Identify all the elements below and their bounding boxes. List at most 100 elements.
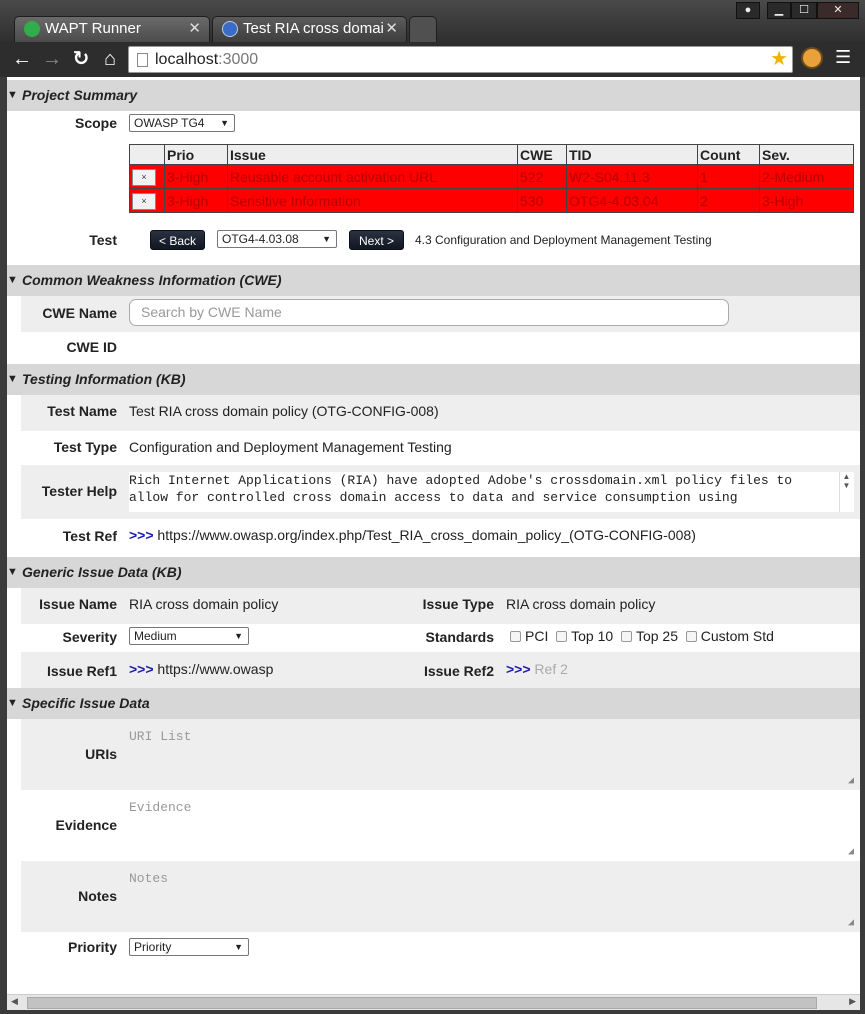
issue-cell[interactable]: Sensitive Information xyxy=(227,188,518,213)
notes-placeholder: Notes xyxy=(129,871,169,886)
collapse-triangle-icon[interactable]: ▼ xyxy=(7,557,18,588)
test-type-label: Test Type xyxy=(53,439,117,455)
address-bar[interactable]: localhost:3000 ★ xyxy=(128,46,793,73)
issue-cell[interactable]: Reusable account activation URL xyxy=(227,164,518,189)
test-select[interactable]: OTG4-4.03.08 ▼ xyxy=(217,230,337,248)
standard-pci[interactable]: PCI xyxy=(510,628,548,644)
remove-cell: × xyxy=(129,188,165,213)
section-title: Testing Information (KB) xyxy=(22,371,186,387)
scrollbar-thumb[interactable] xyxy=(27,997,817,1009)
issue-name-value: RIA cross domain policy xyxy=(129,596,279,612)
star-icon[interactable]: ★ xyxy=(770,47,788,72)
scope-select[interactable]: OWASP TG4 ▼ xyxy=(129,114,235,132)
tester-help-text[interactable]: Rich Internet Applications (RIA) have ad… xyxy=(129,472,854,512)
section-title: Common Weakness Information (CWE) xyxy=(22,272,282,288)
collapse-triangle-icon[interactable]: ▼ xyxy=(7,80,18,111)
table-row[interactable]: × 3-High Sensitive Information 530 OTG4-… xyxy=(129,188,854,213)
prio-cell: 3-High xyxy=(164,188,228,213)
link-arrows[interactable]: >>> xyxy=(129,661,154,677)
section-title: Specific Issue Data xyxy=(22,695,150,711)
issue-name-label: Issue Name xyxy=(39,596,117,612)
back-button[interactable]: < Back xyxy=(150,230,205,250)
uris-placeholder: URI List xyxy=(129,729,192,744)
resize-grip-icon[interactable]: ◢ xyxy=(848,846,854,858)
section-cwe[interactable]: ▼ Common Weakness Information (CWE) xyxy=(7,265,860,296)
resize-grip-icon[interactable]: ◢ xyxy=(848,917,854,929)
close-tab-icon[interactable]: ✕ xyxy=(188,17,201,41)
back-arrow-icon[interactable]: ← xyxy=(10,48,34,70)
menu-icon[interactable]: ☰ xyxy=(835,48,851,66)
scroll-left-icon[interactable]: ◀ xyxy=(11,996,18,1007)
severity-select[interactable]: Medium ▼ xyxy=(129,627,249,645)
next-button[interactable]: Next > xyxy=(349,230,404,250)
extension-icon[interactable] xyxy=(801,47,823,69)
notes-textarea[interactable]: Notes ◢ xyxy=(129,865,854,929)
tid-cell: OTG4-4.03.04 xyxy=(566,188,698,213)
tester-help-label: Tester Help xyxy=(41,483,117,499)
table-row[interactable]: × 3-High Reusable account activation URL… xyxy=(129,164,854,189)
remove-issue-button[interactable]: × xyxy=(132,193,156,210)
browser-toolbar: ← → ↻ ⌂ localhost:3000 ★ xyxy=(0,42,865,77)
test-select-value: OTG4-4.03.08 xyxy=(222,232,299,246)
priority-select[interactable]: Priority ▼ xyxy=(129,938,249,956)
evidence-textarea[interactable]: Evidence ◢ xyxy=(129,794,854,858)
test-ref-link[interactable]: >>> https://www.owasp.org/index.php/Test… xyxy=(129,527,696,543)
cwe-search-input[interactable]: Search by CWE Name xyxy=(129,299,729,326)
standards-label: Standards xyxy=(425,629,494,645)
horizontal-scrollbar[interactable]: ◀ ▶ xyxy=(7,994,860,1010)
resize-grip-icon[interactable]: ◢ xyxy=(848,775,854,787)
tab-test-ria[interactable]: Test RIA cross domai ✕ xyxy=(212,16,407,42)
issue-ref2-link[interactable]: >>> Ref 2 xyxy=(506,661,568,677)
reload-icon[interactable]: ↻ xyxy=(69,48,93,70)
section-project-summary[interactable]: ▼ Project Summary xyxy=(7,80,860,111)
issue-ref2-placeholder[interactable]: Ref 2 xyxy=(534,661,567,677)
collapse-triangle-icon[interactable]: ▼ xyxy=(7,265,18,296)
section-specific-issue[interactable]: ▼ Specific Issue Data xyxy=(7,688,860,719)
page-content: ▼ Project Summary Scope OWASP TG4 ▼ Prio… xyxy=(7,77,860,994)
test-ref-url[interactable]: https://www.owasp.org/index.php/Test_RIA… xyxy=(157,527,695,543)
col-count: Count xyxy=(697,144,760,165)
uris-label: URIs xyxy=(85,746,117,762)
checkbox[interactable] xyxy=(510,631,521,642)
checkbox[interactable] xyxy=(620,631,632,642)
tab-wapt-runner[interactable]: WAPT Runner ✕ xyxy=(14,16,210,42)
minimize-window-button[interactable]: ▁ xyxy=(767,2,791,19)
chevron-down-icon: ▼ xyxy=(234,942,243,952)
collapse-triangle-icon[interactable]: ▼ xyxy=(7,364,18,395)
issue-ref1-url[interactable]: https://www.owasp xyxy=(157,661,273,677)
new-tab-button[interactable] xyxy=(409,16,437,42)
link-arrows[interactable]: >>> xyxy=(506,661,531,677)
remove-issue-button[interactable]: × xyxy=(132,169,156,186)
section-generic-issue[interactable]: ▼ Generic Issue Data (KB) xyxy=(7,557,860,588)
standard-custom[interactable]: Custom Std xyxy=(685,628,774,644)
issue-ref1-link[interactable]: >>> https://www.owasp xyxy=(129,661,273,677)
standard-label: PCI xyxy=(525,628,549,644)
scope-label: Scope xyxy=(74,115,117,131)
standard-top10[interactable]: Top 10 xyxy=(556,628,613,644)
col-issue: Issue xyxy=(227,144,518,165)
section-title: Project Summary xyxy=(22,87,138,103)
browser-titlebar: WAPT Runner ✕ Test RIA cross domai ✕ ● ▁… xyxy=(0,0,865,42)
checkbox[interactable] xyxy=(685,631,697,642)
forward-arrow-icon[interactable]: → xyxy=(40,48,64,70)
url-port: :3000 xyxy=(218,51,259,68)
close-window-button[interactable]: ✕ xyxy=(817,2,859,19)
checkbox[interactable] xyxy=(556,631,568,642)
collapse-triangle-icon[interactable]: ▼ xyxy=(7,688,18,719)
home-icon[interactable]: ⌂ xyxy=(98,48,122,70)
standard-label: Top 25 xyxy=(635,628,678,644)
cwe-name-label: CWE Name xyxy=(42,305,117,321)
scroll-right-icon[interactable]: ▶ xyxy=(849,996,856,1007)
user-profile-icon[interactable]: ● xyxy=(736,2,760,19)
link-arrows[interactable]: >>> xyxy=(129,527,154,543)
test-type-value: Configuration and Deployment Management … xyxy=(129,439,452,455)
uris-textarea[interactable]: URI List ◢ xyxy=(129,723,854,787)
cwe-cell: 530 xyxy=(517,188,567,213)
test-label: Test xyxy=(89,232,117,248)
issue-ref1-label: Issue Ref1 xyxy=(46,663,117,679)
close-tab-icon[interactable]: ✕ xyxy=(385,17,398,41)
standard-top25[interactable]: Top 25 xyxy=(620,628,678,644)
help-scrollbar[interactable]: ▲ ▼ xyxy=(839,472,853,512)
section-testing-info[interactable]: ▼ Testing Information (KB) xyxy=(7,364,860,395)
maximize-window-button[interactable]: ☐ xyxy=(791,2,817,19)
